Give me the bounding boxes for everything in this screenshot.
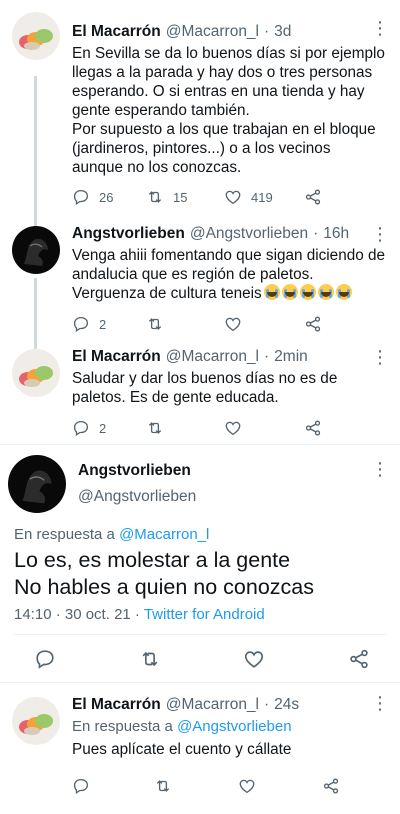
retweet-button[interactable] bbox=[146, 419, 224, 437]
author-name[interactable]: Angstvorlieben bbox=[72, 224, 185, 244]
tweet-time[interactable]: 24s bbox=[274, 695, 299, 715]
reply-button[interactable]: 2 bbox=[72, 419, 146, 437]
tweet-text: Saludar y dar los buenos días no es de p… bbox=[72, 370, 338, 406]
reply-icon bbox=[72, 315, 90, 333]
retweet-button[interactable] bbox=[146, 315, 224, 333]
author-name[interactable]: El Macarrón bbox=[72, 22, 161, 42]
like-button[interactable] bbox=[224, 419, 304, 437]
source-link[interactable]: Twitter for Android bbox=[144, 606, 265, 623]
reply-icon bbox=[72, 777, 90, 795]
reply-button[interactable]: 26 bbox=[72, 188, 146, 206]
crying-emoji-icon bbox=[299, 284, 316, 300]
author-name[interactable]: Angstvorlieben bbox=[78, 458, 196, 484]
like-icon[interactable] bbox=[243, 648, 265, 670]
share-button[interactable] bbox=[304, 419, 322, 437]
share-button[interactable] bbox=[304, 188, 322, 206]
tweet-reply[interactable]: ⋮ El Macarrón @Macarron_l · 24s En respu… bbox=[0, 683, 400, 813]
retweet-button[interactable] bbox=[154, 777, 238, 795]
tweet-text: En Sevilla se da lo buenos días si por e… bbox=[72, 45, 385, 176]
tweet-time[interactable]: 2min bbox=[274, 347, 308, 367]
author-handle[interactable]: @Angstvorlieben bbox=[190, 224, 308, 244]
macaron-image bbox=[19, 366, 53, 387]
tweet-text: Lo es, es molestar a la gente No hables … bbox=[14, 548, 315, 599]
tweet-text: Venga ahiii fomentando que sigan diciend… bbox=[72, 247, 385, 302]
author-handle[interactable]: @Macarron_l bbox=[166, 22, 259, 42]
author-name[interactable]: El Macarrón bbox=[72, 695, 161, 715]
thread-line bbox=[34, 76, 37, 232]
retweet-icon bbox=[146, 419, 164, 437]
author-name[interactable]: El Macarrón bbox=[72, 347, 161, 367]
avatar-macarron[interactable] bbox=[12, 349, 60, 397]
tweet-text: Pues aplícate el cuento y cállate bbox=[72, 741, 292, 758]
like-button[interactable] bbox=[224, 315, 304, 333]
share-button[interactable] bbox=[322, 777, 340, 795]
like-icon bbox=[238, 777, 256, 795]
avatar-angst[interactable] bbox=[8, 455, 66, 513]
crying-emoji-icon bbox=[281, 284, 298, 300]
dark-figure-image bbox=[24, 238, 48, 266]
avatar-macarron[interactable] bbox=[12, 697, 60, 745]
like-button[interactable] bbox=[238, 777, 322, 795]
reply-icon[interactable] bbox=[34, 648, 56, 670]
share-icon[interactable] bbox=[348, 648, 370, 670]
author-handle[interactable]: @Macarron_l bbox=[166, 695, 259, 715]
macaron-image bbox=[19, 714, 53, 735]
retweet-button[interactable]: 15 bbox=[146, 188, 224, 206]
reply-to-link[interactable]: @Angstvorlieben bbox=[177, 718, 291, 735]
like-button[interactable]: 419 bbox=[224, 188, 304, 206]
more-icon[interactable]: ⋮ bbox=[371, 347, 389, 368]
reply-to-link[interactable]: @Macarron_l bbox=[119, 526, 209, 543]
reply-button[interactable]: 2 bbox=[72, 315, 146, 333]
more-icon[interactable]: ⋮ bbox=[371, 18, 389, 39]
reply-icon bbox=[72, 419, 90, 437]
retweet-icon bbox=[154, 777, 172, 795]
reply-context: En respuesta a @Angstvorlieben bbox=[72, 718, 292, 735]
tweet-2[interactable]: ⋮ Angstvorlieben @Angstvorlieben · 16h V… bbox=[0, 220, 400, 343]
macaron-image bbox=[19, 29, 53, 50]
author-handle[interactable]: @Macarron_l bbox=[166, 347, 259, 367]
like-icon bbox=[224, 419, 242, 437]
avatar-angst[interactable] bbox=[12, 226, 60, 274]
share-icon bbox=[304, 419, 322, 437]
reply-context: En respuesta a @Macarron_l bbox=[14, 526, 210, 543]
retweet-icon bbox=[146, 188, 164, 206]
like-icon bbox=[224, 315, 242, 333]
share-icon bbox=[322, 777, 340, 795]
crying-emoji-icon bbox=[335, 284, 352, 300]
dark-figure-image bbox=[22, 470, 52, 504]
share-icon bbox=[304, 188, 322, 206]
share-button[interactable] bbox=[304, 315, 322, 333]
crying-emoji-icon bbox=[317, 284, 334, 300]
crying-emoji-icon bbox=[263, 284, 280, 300]
tweet-3[interactable]: ⋮ El Macarrón @Macarron_l · 2min Saludar… bbox=[0, 343, 400, 444]
tweet-time[interactable]: 16h bbox=[323, 224, 349, 244]
thread-line bbox=[34, 278, 37, 343]
focused-tweet: ⋮ Angstvorlieben @Angstvorlieben En resp… bbox=[0, 445, 400, 682]
like-icon bbox=[224, 188, 242, 206]
avatar-macarron[interactable] bbox=[12, 12, 60, 60]
more-icon[interactable]: ⋮ bbox=[371, 693, 389, 714]
tweet-timestamp: 14:10 · 30 oct. 21 · Twitter for Android bbox=[14, 606, 265, 623]
retweet-icon bbox=[146, 315, 164, 333]
retweet-icon[interactable] bbox=[139, 648, 161, 670]
tweet-1[interactable]: ⋮ El Macarrón @Macarron_l · 3d En Sevill… bbox=[0, 0, 400, 232]
more-icon[interactable]: ⋮ bbox=[371, 224, 389, 245]
more-icon[interactable]: ⋮ bbox=[371, 459, 389, 480]
reply-button[interactable] bbox=[72, 777, 154, 795]
tweet-time[interactable]: 3d bbox=[274, 22, 291, 42]
reply-icon bbox=[72, 188, 90, 206]
author-handle[interactable]: @Angstvorlieben bbox=[78, 484, 196, 510]
share-icon bbox=[304, 315, 322, 333]
